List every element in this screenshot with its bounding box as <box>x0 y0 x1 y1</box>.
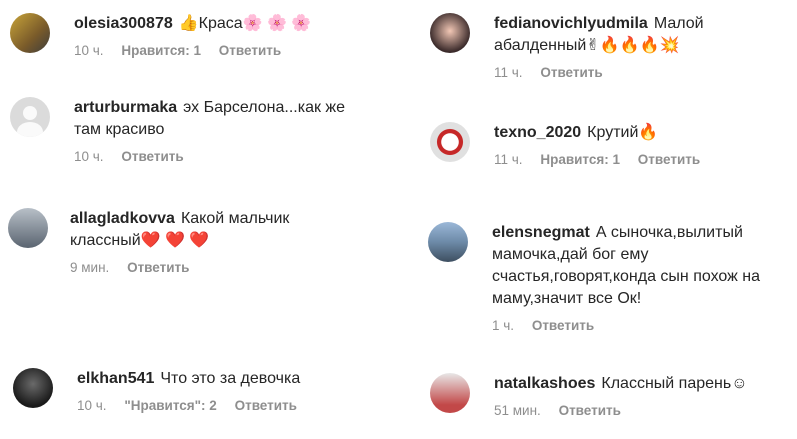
username[interactable]: natalkashoes <box>494 375 595 392</box>
timestamp[interactable]: 10 ч. <box>74 149 104 164</box>
comment-meta: 11 ч. Ответить <box>494 65 774 80</box>
avatar[interactable] <box>8 208 48 248</box>
comment-text: fedianovichlyudmila Малой абалденный✌🔥🔥🔥💥 <box>494 13 774 57</box>
comment-text: elkhan541 Что это за девочка <box>77 368 377 390</box>
comment-text: natalkashoes Классный парень☺ <box>494 373 794 395</box>
timestamp[interactable]: 1 ч. <box>492 318 514 333</box>
reply-button[interactable]: Ответить <box>532 318 594 333</box>
comment-content: 👍Краса🌸 🌸 🌸 <box>178 15 312 32</box>
reply-button[interactable]: Ответить <box>235 398 297 413</box>
reply-button[interactable]: Ответить <box>219 43 281 58</box>
username[interactable]: elensnegmat <box>492 224 590 241</box>
avatar[interactable] <box>13 368 53 408</box>
likes-count[interactable]: "Нравится": 2 <box>124 398 216 413</box>
comment-meta: 11 ч. Нравится: 1 Ответить <box>494 152 794 167</box>
timestamp[interactable]: 11 ч. <box>494 65 523 80</box>
reply-button[interactable]: Ответить <box>540 65 602 80</box>
comment-content: Классный парень☺ <box>601 375 748 392</box>
comment-body: texno_2020 Крутий🔥 11 ч. Нравится: 1 Отве… <box>494 122 794 167</box>
comment-body: elensnegmat А сыночка,вылитый мамочка,дай… <box>492 222 792 333</box>
timestamp[interactable]: 10 ч. <box>74 43 104 58</box>
comment-body: natalkashoes Классный парень☺ 51 мин. Отв… <box>494 373 794 418</box>
reply-button[interactable]: Ответить <box>127 260 189 275</box>
comment-body: fedianovichlyudmila Малой абалденный✌🔥🔥🔥💥… <box>494 13 774 80</box>
avatar[interactable] <box>10 13 50 53</box>
avatar[interactable] <box>428 222 468 262</box>
comment-text: elensnegmat А сыночка,вылитый мамочка,дай… <box>492 222 792 310</box>
comment-body: olesia300878 👍Краса🌸 🌸 🌸 10 ч. Нравится: … <box>74 13 374 58</box>
username[interactable]: olesia300878 <box>74 15 173 32</box>
avatar[interactable] <box>430 122 470 162</box>
default-avatar-icon[interactable] <box>10 97 50 137</box>
comment-text: olesia300878 👍Краса🌸 🌸 🌸 <box>74 13 374 35</box>
comment-body: arturburmaka эх Барселона...как же там кр… <box>74 97 374 164</box>
comment-meta: 9 мин. Ответить <box>70 260 340 275</box>
timestamp[interactable]: 10 ч. <box>77 398 107 413</box>
comment-body: allagladkovva Какой мальчик классный❤️ ❤️… <box>70 208 340 275</box>
avatar[interactable] <box>430 13 470 53</box>
comment-text: texno_2020 Крутий🔥 <box>494 122 794 144</box>
comment-meta: 10 ч. "Нравится": 2 Ответить <box>77 398 377 413</box>
timestamp[interactable]: 11 ч. <box>494 152 523 167</box>
comment-meta: 51 мин. Ответить <box>494 403 794 418</box>
comment-meta: 10 ч. Ответить <box>74 149 374 164</box>
comment-body: elkhan541 Что это за девочка 10 ч. "Нрави… <box>77 368 377 413</box>
avatar[interactable] <box>430 373 470 413</box>
reply-button[interactable]: Ответить <box>559 403 621 418</box>
comment-meta: 10 ч. Нравится: 1 Ответить <box>74 43 374 58</box>
comment-text: allagladkovva Какой мальчик классный❤️ ❤️… <box>70 208 340 252</box>
comment-content: Что это за девочка <box>160 370 301 387</box>
comment-meta: 1 ч. Ответить <box>492 318 792 333</box>
reply-button[interactable]: Ответить <box>121 149 183 164</box>
comment-text: arturburmaka эх Барселона...как же там кр… <box>74 97 374 141</box>
username[interactable]: arturburmaka <box>74 99 177 116</box>
timestamp[interactable]: 51 мин. <box>494 403 541 418</box>
username[interactable]: texno_2020 <box>494 124 581 141</box>
username[interactable]: fedianovichlyudmila <box>494 15 648 32</box>
reply-button[interactable]: Ответить <box>638 152 700 167</box>
username[interactable]: allagladkovva <box>70 210 175 227</box>
username[interactable]: elkhan541 <box>77 370 154 387</box>
likes-count[interactable]: Нравится: 1 <box>121 43 201 58</box>
timestamp[interactable]: 9 мин. <box>70 260 109 275</box>
likes-count[interactable]: Нравится: 1 <box>540 152 620 167</box>
comment-content: Крутий🔥 <box>587 124 659 141</box>
